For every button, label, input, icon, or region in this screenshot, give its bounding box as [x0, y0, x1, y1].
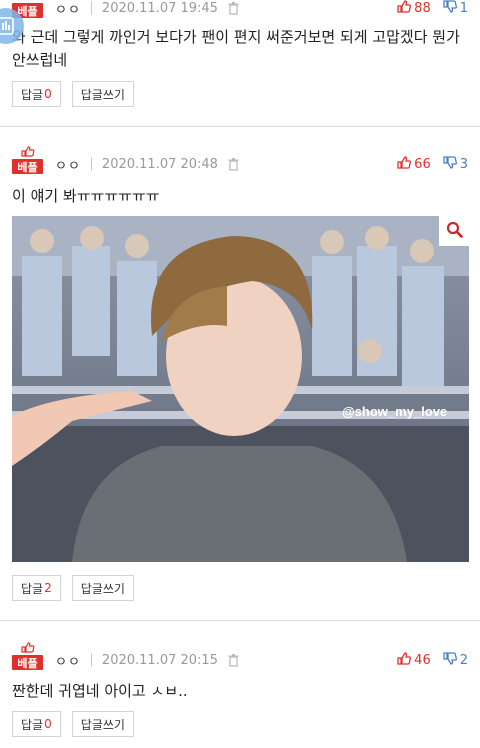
reply-label: 답글: [21, 717, 44, 732]
thumbs-up-icon: [397, 651, 412, 669]
dislike-button[interactable]: 1: [443, 0, 468, 17]
comment-1-votes: 88 1: [397, 0, 468, 20]
best-badge-label: 베플: [12, 655, 43, 670]
write-reply-button[interactable]: 답글쓰기: [71, 81, 134, 107]
comment-3-actions: 답글 0 답글쓰기: [12, 711, 134, 737]
comment-3-meta: 베플 ㅇㅇ 2020.11.07 20:15: [12, 642, 239, 672]
comment-2-votes: 66 3: [397, 152, 468, 176]
best-badge: 베플: [12, 642, 43, 670]
reply-label: 답글: [21, 581, 44, 596]
comment-text: 와 근데 그렇게 까인거 보다가 팬이 편지 써준거보면 되게 고맙겠다 뭔가 …: [12, 28, 460, 69]
reply-button[interactable]: 답글 0: [12, 81, 61, 107]
dislike-count: 1: [459, 0, 468, 16]
comment-date: 2020.11.07 19:45: [101, 0, 218, 16]
trash-icon[interactable]: [228, 1, 239, 15]
comment-date: 2020.11.07 20:48: [101, 156, 218, 172]
dislike-button[interactable]: 2: [443, 651, 468, 669]
comment-text: 이 얘기 봐ㅠㅠㅠㅠㅠㅠ: [12, 187, 160, 205]
trash-icon[interactable]: [228, 653, 239, 667]
comment-2-meta: 베플 ㅇㅇ 2020.11.07 20:48: [12, 146, 239, 176]
author-nickname[interactable]: ㅇㅇ: [55, 651, 81, 670]
thumbs-down-icon: [443, 0, 457, 17]
best-thumb-icon: [21, 146, 35, 157]
divider: [90, 157, 92, 171]
best-badge-label: 베플: [12, 159, 43, 174]
like-count: 88: [414, 0, 431, 16]
comment-1-meta: 베플 ㅇㅇ 2020.11.07 19:45: [12, 0, 239, 20]
image-watermark: @show_my_love: [342, 404, 447, 419]
reply-count: 0: [44, 87, 52, 101]
trash-icon[interactable]: [228, 157, 239, 171]
author-nickname[interactable]: ㅇㅇ: [55, 155, 81, 174]
reply-label: 답글: [21, 87, 44, 102]
zoom-button[interactable]: [439, 216, 469, 246]
author-nickname[interactable]: ㅇㅇ: [55, 0, 81, 18]
like-count: 66: [414, 156, 431, 172]
like-button[interactable]: 46: [397, 651, 431, 669]
reply-button[interactable]: 답글 0: [12, 711, 61, 737]
divider: [90, 653, 92, 667]
best-badge: 베플: [12, 146, 43, 174]
write-reply-button[interactable]: 답글쓰기: [71, 711, 134, 737]
comment-2-actions: 답글 2 답글쓰기: [12, 575, 134, 601]
comment-1-actions: 답글 0 답글쓰기: [12, 81, 134, 107]
photo-illustration: @show_my_love: [12, 216, 469, 562]
dislike-count: 3: [459, 156, 468, 172]
like-button[interactable]: 66: [397, 155, 431, 173]
best-thumb-icon: [21, 642, 35, 653]
comment-3-votes: 46 2: [397, 648, 468, 672]
comment-separator: [0, 620, 480, 621]
comment-date: 2020.11.07 20:15: [101, 652, 218, 668]
write-reply-button[interactable]: 답글쓰기: [71, 575, 134, 601]
thumbs-down-icon: [443, 155, 457, 173]
divider: [90, 1, 92, 15]
comment-separator: [0, 126, 480, 127]
reply-count: 0: [44, 717, 52, 731]
search-icon: [446, 221, 463, 242]
dislike-count: 2: [459, 652, 468, 668]
comment-text: 짠한데 귀엽네 아이고 ㅅㅂ..: [12, 682, 188, 700]
comment-image[interactable]: @show_my_love: [12, 216, 469, 562]
like-count: 46: [414, 652, 431, 668]
thumbs-down-icon: [443, 651, 457, 669]
dislike-button[interactable]: 3: [443, 155, 468, 173]
thumbs-up-icon: [397, 0, 412, 17]
reply-count: 2: [44, 581, 52, 595]
thumbs-up-icon: [397, 155, 412, 173]
like-button[interactable]: 88: [397, 0, 431, 17]
reply-button[interactable]: 답글 2: [12, 575, 61, 601]
